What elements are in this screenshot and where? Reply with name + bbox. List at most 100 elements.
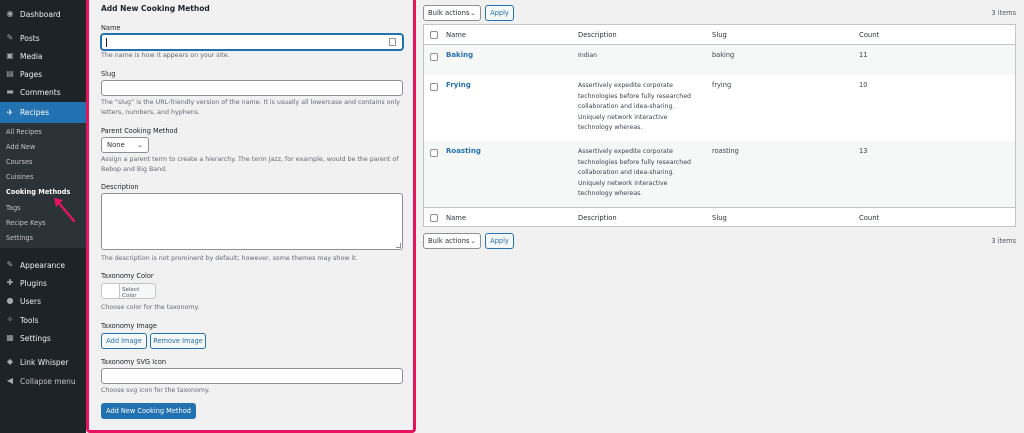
apply-button[interactable]: Apply [485, 233, 514, 249]
remove-image-button[interactable]: Remove Image [150, 333, 206, 349]
menu-recipes[interactable]: ✈ Recipes [0, 102, 86, 123]
menu-users[interactable]: ● Users [0, 292, 86, 310]
resize-handle-icon[interactable] [396, 243, 401, 248]
menu-plugins[interactable]: ✚ Plugins [0, 274, 86, 292]
description-textarea[interactable] [101, 193, 403, 250]
column-slug[interactable]: Slug [712, 31, 727, 39]
form-title: Add New Cooking Method [101, 4, 210, 13]
brush-icon: ✎ [6, 260, 14, 269]
bulk-actions-select[interactable]: Bulk actions ⌄ [423, 233, 481, 249]
color-swatch [102, 284, 120, 298]
row-checkbox[interactable] [430, 83, 438, 91]
submenu-cuisines[interactable]: Cuisines [6, 173, 34, 181]
menu-pages[interactable]: ▤ Pages [0, 65, 86, 83]
recipes-icon: ✈ [6, 107, 14, 117]
parent-select[interactable]: None ⌄ [101, 137, 149, 153]
column-count[interactable]: Count [859, 31, 879, 39]
term-count[interactable]: 11 [859, 51, 867, 59]
name-input[interactable] [101, 34, 403, 50]
bulk-actions-select[interactable]: Bulk actions ⌄ [423, 5, 481, 21]
term-count[interactable]: 13 [859, 147, 867, 155]
users-icon: ● [6, 296, 14, 305]
items-count: 3 items [991, 9, 1016, 17]
select-color-label: Select Color [122, 287, 140, 299]
chevron-down-icon: ⌄ [470, 237, 476, 245]
submenu-courses[interactable]: Courses [6, 158, 32, 166]
table-header: Name Description Slug Count [424, 25, 1015, 45]
term-count[interactable]: 10 [859, 81, 867, 89]
settings-icon: ▦ [6, 333, 14, 342]
slug-input[interactable] [101, 80, 403, 96]
term-name-link[interactable]: Roasting [446, 147, 481, 155]
row-checkbox[interactable] [430, 53, 438, 61]
parent-value: None [107, 141, 125, 149]
text-caret [106, 38, 107, 47]
description-label: Description [101, 183, 139, 191]
row-checkbox[interactable] [430, 149, 438, 157]
plugins-icon: ✚ [6, 278, 14, 287]
term-slug: frying [712, 81, 732, 89]
slug-help: The “slug” is the URL-friendly version o… [101, 99, 400, 116]
slug-label: Slug [101, 70, 116, 78]
menu-label: Tools [20, 315, 39, 325]
column-count[interactable]: Count [859, 214, 879, 222]
menu-label: Plugins [20, 278, 47, 288]
menu-media[interactable]: ▣ Media [0, 47, 86, 65]
column-description[interactable]: Description [578, 31, 617, 39]
submenu-tags[interactable]: Tags [6, 204, 21, 212]
menu-label: Recipes [20, 108, 49, 117]
tablenav-bottom: Bulk actions ⌄ Apply 3 items [423, 233, 1016, 251]
chevron-down-icon: ⌄ [470, 9, 476, 17]
collapse-icon: ◀ [6, 376, 14, 385]
menu-posts[interactable]: ✎ Posts [0, 29, 86, 47]
svg-icon-input[interactable] [101, 368, 403, 384]
terms-table: Name Description Slug Count Baking India… [423, 24, 1016, 227]
term-description: Indian [578, 52, 598, 59]
menu-dashboard[interactable]: ◉ Dashboard [0, 5, 86, 23]
submenu-all-recipes[interactable]: All Recipes [6, 128, 42, 136]
pointer-arrow-icon [54, 198, 76, 223]
add-image-button[interactable]: Add Image [101, 333, 147, 349]
table-row: Roasting Assertively expedite corporate … [424, 141, 1015, 207]
menu-label: Posts [20, 33, 40, 43]
autofill-icon[interactable] [389, 38, 396, 46]
menu-link-whisper[interactable]: ◆ Link Whisper [0, 353, 86, 371]
menu-comments[interactable]: ▬ Comments [0, 83, 86, 101]
add-term-form: Add New Cooking Method Name The name is … [86, 0, 416, 433]
apply-button[interactable]: Apply [485, 5, 514, 21]
comments-icon: ▬ [6, 87, 14, 96]
image-label: Taxonomy Image [101, 322, 157, 330]
select-all-checkbox[interactable] [430, 214, 438, 222]
parent-help: Assign a parent term to create a hierarc… [101, 156, 399, 173]
collapse-menu-button[interactable]: ◀ Collapse menu [0, 372, 86, 390]
select-all-checkbox[interactable] [430, 31, 438, 39]
chevron-down-icon: ⌄ [137, 141, 143, 149]
add-new-cooking-method-button[interactable]: Add New Cooking Method [101, 403, 196, 419]
menu-label: Collapse menu [20, 376, 76, 386]
menu-settings[interactable]: ▦ Settings [0, 329, 86, 347]
submenu-add-new[interactable]: Add New [6, 143, 35, 151]
term-name-link[interactable]: Baking [446, 51, 473, 59]
menu-tools[interactable]: ✧ Tools [0, 311, 86, 329]
column-name[interactable]: Name [446, 214, 466, 222]
term-name-link[interactable]: Frying [446, 81, 471, 89]
column-slug[interactable]: Slug [712, 214, 727, 222]
submenu-cooking-methods[interactable]: Cooking Methods [6, 188, 70, 196]
link-whisper-icon: ◆ [6, 357, 14, 366]
menu-appearance[interactable]: ✎ Appearance [0, 256, 86, 274]
description-help: The description is not prominent by defa… [101, 255, 358, 262]
column-description[interactable]: Description [578, 214, 617, 222]
menu-label: Dashboard [20, 9, 61, 19]
term-slug: baking [712, 51, 735, 59]
pages-icon: ▤ [6, 69, 14, 78]
menu-label: Settings [20, 333, 51, 343]
select-color-button[interactable]: Select Color [101, 283, 156, 299]
bulk-actions-value: Bulk actions [428, 9, 470, 17]
tools-icon: ✧ [6, 315, 14, 324]
submenu-recipe-keys[interactable]: Recipe Keys [6, 219, 46, 227]
submenu-settings[interactable]: Settings [6, 234, 33, 242]
color-help: Choose color for the taxonomy. [101, 304, 200, 311]
table-row: Frying Assertively expedite corporate te… [424, 75, 1015, 141]
column-name[interactable]: Name [446, 31, 466, 39]
dashboard-icon: ◉ [6, 9, 14, 18]
